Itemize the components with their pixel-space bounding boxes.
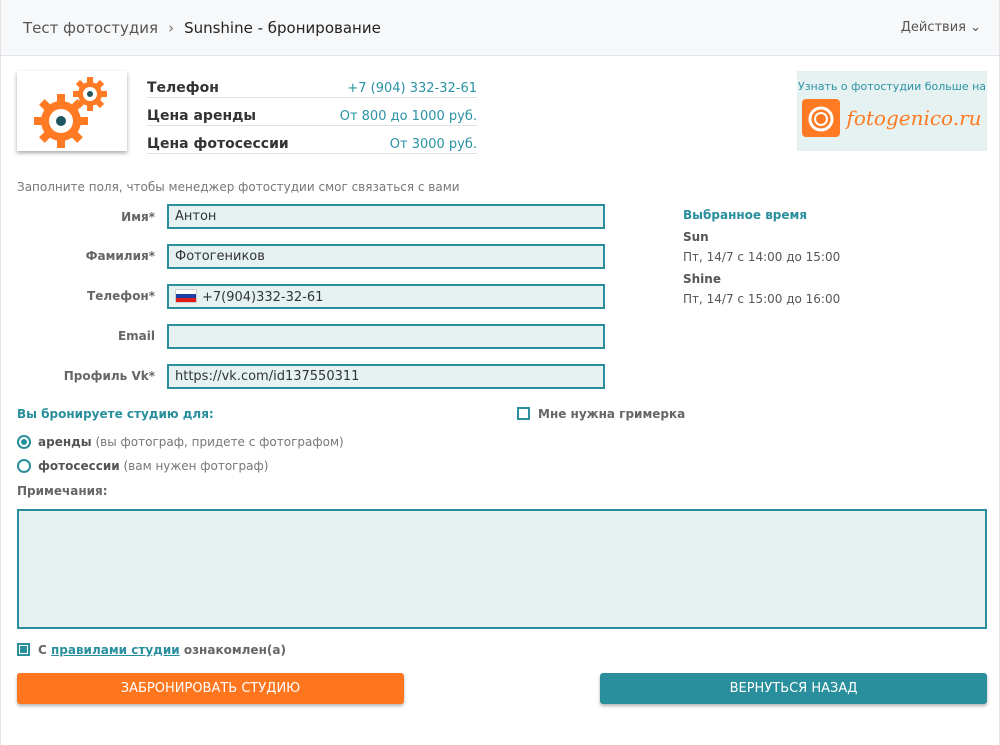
info-value: От 3000 руб. [389,137,477,152]
gears-icon [34,77,107,148]
option-desc: (вы фотограф, придете с фотографом) [91,435,344,449]
book-studio-button[interactable]: ЗАБРОНИРОВАТЬ СТУДИЮ [17,673,404,704]
studio-logo [17,71,127,151]
checkbox-icon[interactable] [517,407,530,420]
brand-logo: fotogenico.ru [846,106,982,130]
info-value: От 800 до 1000 руб. [339,109,477,124]
slot-name: Sun [683,230,709,244]
name-input[interactable]: Антон [167,204,605,229]
radio-rent[interactable]: аренды (вы фотограф, придете с фотографо… [17,435,344,449]
slot-time: Пт, 14/7 с 14:00 до 15:00 [683,250,841,264]
breadcrumb-separator: › [168,18,175,37]
option-desc: (вам нужен фотограф) [119,459,269,473]
agree-post: ознакомлен(а) [179,643,286,657]
info-label: Цена фотосессии [147,136,289,152]
go-back-button[interactable]: ВЕРНУТЬСЯ НАЗАД [600,673,987,704]
rules-link[interactable]: правилами студии [51,643,180,657]
phone-value: +7(904)332-32-61 [202,290,324,305]
selected-time-title: Выбранное время [683,208,808,222]
booking-type-title: Вы бронируете студию для: [17,407,214,421]
surname-input[interactable]: Фотогеников [167,244,605,269]
makeup-label: Мне нужна гримерка [538,407,686,421]
header: Тест фотостудия › Sunshine - бронировани… [1,0,999,56]
camera-icon [802,99,841,137]
radio-icon[interactable] [17,459,31,473]
fotogenico-banner[interactable]: Узнать о фотостудии больше на fotogenico… [797,71,987,151]
name-label: Имя* [121,210,155,224]
info-value[interactable]: +7 (904) 332-32-61 [347,81,477,96]
page: Тест фотостудия › Sunshine - бронировани… [0,0,1000,745]
info-label: Цена аренды [147,108,257,124]
russia-flag-icon[interactable] [175,289,197,303]
breadcrumb-current: Sunshine - бронирование [184,18,381,37]
slot-name: Shine [683,272,721,286]
notes-label: Примечания: [17,484,108,498]
makeup-checkbox[interactable]: Мне нужна гримерка [517,407,685,421]
actions-menu[interactable]: Действия ⌄ [901,20,981,35]
radio-photosession[interactable]: фотосессии (вам нужен фотограф) [17,459,268,473]
checkbox-icon[interactable] [17,643,30,656]
email-label: Email [117,329,155,343]
info-row-rent-price: Цена аренды От 800 до 1000 руб. [147,98,477,126]
info-row-phone: Телефон +7 (904) 332-32-61 [147,70,477,98]
breadcrumb-studio[interactable]: Тест фотостудия [23,19,158,37]
phone-input[interactable]: +7(904)332-32-61 [167,284,605,309]
slot-time: Пт, 14/7 с 15:00 до 16:00 [683,292,841,306]
form-hint: Заполните поля, чтобы менеджер фотостуди… [17,180,460,194]
studio-info: Телефон +7 (904) 332-32-61 Цена аренды От … [147,70,477,154]
notes-textarea[interactable] [17,509,987,629]
option-bold: фотосессии [38,459,120,473]
phone-label: Телефон* [87,289,155,303]
banner-text: Узнать о фотостудии больше на [797,80,987,93]
surname-label: Фамилия* [85,249,155,263]
vk-label: Профиль Vk* [63,369,155,383]
radio-icon[interactable] [17,435,31,449]
vk-input[interactable]: https://vk.com/id137550311 [167,364,605,389]
agree-checkbox[interactable]: С правилами студии ознакомлен(а) [17,643,286,657]
option-bold: аренды [38,435,92,449]
email-input[interactable] [167,324,605,349]
agree-pre: С [38,643,51,657]
info-label: Телефон [147,80,219,96]
info-row-session-price: Цена фотосессии От 3000 руб. [147,126,477,154]
